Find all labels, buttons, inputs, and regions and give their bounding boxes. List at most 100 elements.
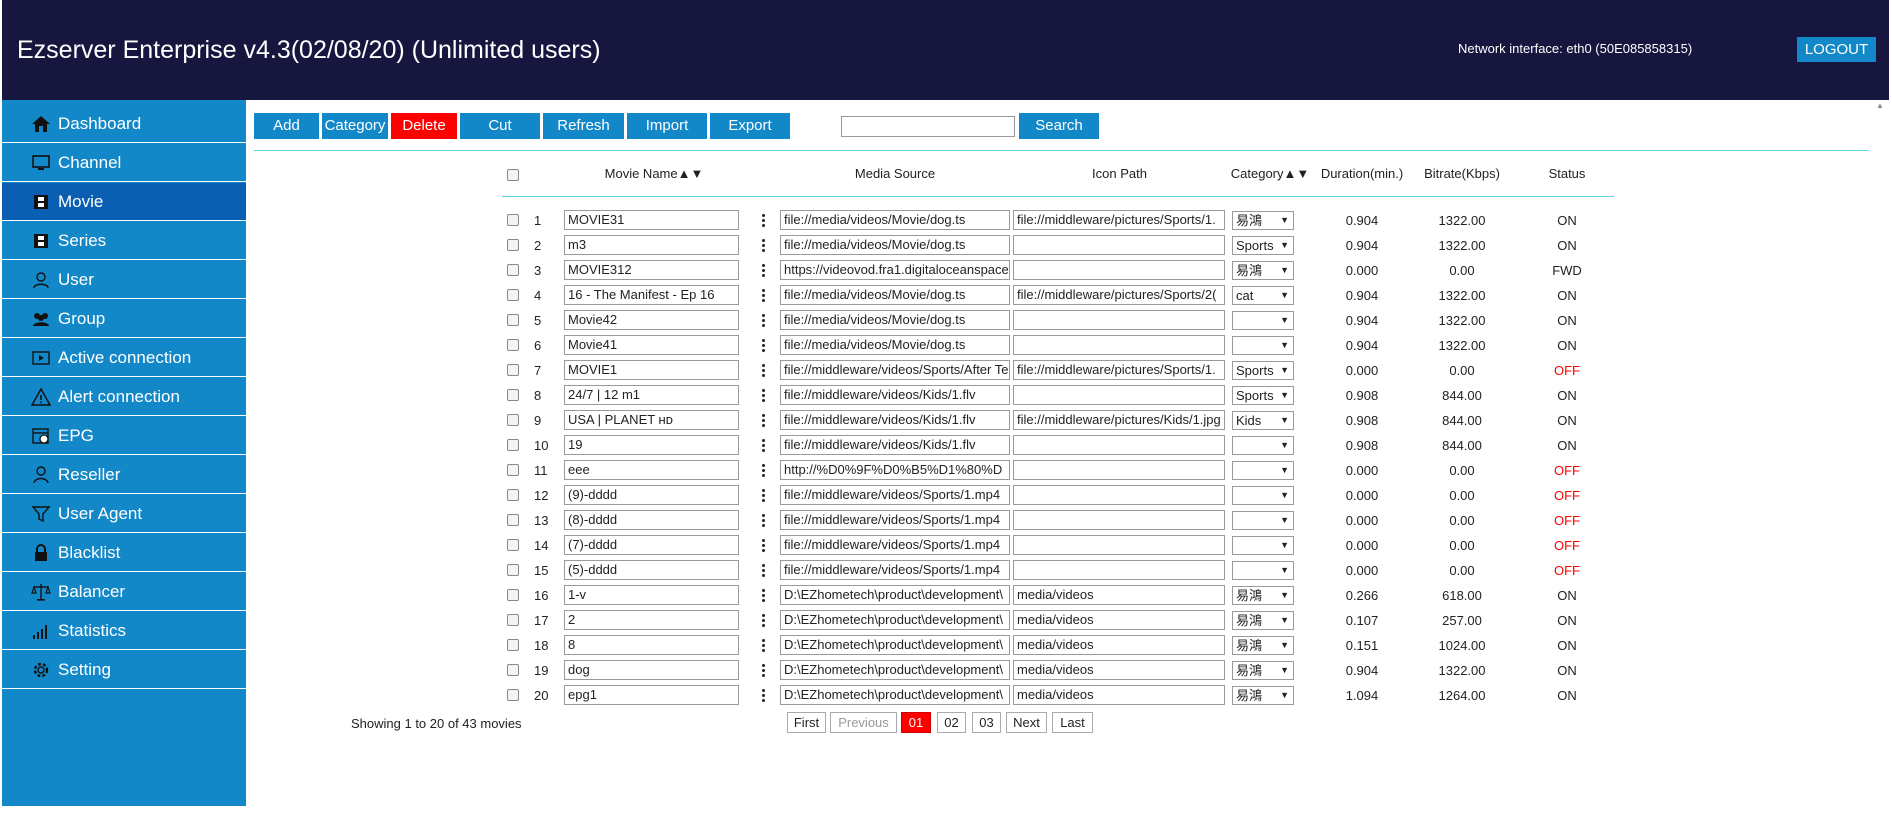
export-button[interactable]: Export <box>710 113 790 139</box>
media-source-field[interactable]: file://media/videos/Movie/dog.ts <box>780 335 1010 355</box>
row-checkbox[interactable] <box>507 664 519 676</box>
media-source-field[interactable]: file://media/videos/Movie/dog.ts <box>780 285 1010 305</box>
category-select[interactable]: ▼ <box>1232 511 1294 530</box>
icon-path-field[interactable] <box>1013 510 1225 530</box>
icon-path-field[interactable] <box>1013 560 1225 580</box>
sidebar-item-user-agent[interactable]: User Agent <box>2 495 246 533</box>
icon-path-field[interactable]: media/videos <box>1013 660 1225 680</box>
movie-name-field[interactable]: m3 <box>564 235 739 255</box>
media-source-field[interactable]: file://middleware/videos/Kids/1.flv <box>780 410 1010 430</box>
category-select[interactable]: ▼ <box>1232 461 1294 480</box>
category-select[interactable]: cat ▼ <box>1232 286 1294 305</box>
col-category[interactable]: Category▲▼ <box>1220 166 1320 181</box>
movie-name-field[interactable]: 8 <box>564 635 739 655</box>
more-options-icon[interactable] <box>762 639 766 653</box>
media-source-field[interactable]: https://videovod.fra1.digitaloceanspace <box>780 260 1010 280</box>
icon-path-field[interactable] <box>1013 535 1225 555</box>
page-scrollbar[interactable] <box>1874 100 1890 813</box>
icon-path-field[interactable] <box>1013 485 1225 505</box>
refresh-button[interactable]: Refresh <box>543 113 624 139</box>
sidebar-item-statistics[interactable]: Statistics <box>2 612 246 650</box>
more-options-icon[interactable] <box>762 439 766 453</box>
sidebar-item-alert-connection[interactable]: Alert connection <box>2 378 246 416</box>
movie-name-field[interactable]: epg1 <box>564 685 739 705</box>
media-source-field[interactable]: D:\EZhometech\product\development\ <box>780 635 1010 655</box>
row-checkbox[interactable] <box>507 239 519 251</box>
category-select[interactable]: ▼ <box>1232 436 1294 455</box>
more-options-icon[interactable] <box>762 464 766 478</box>
more-options-icon[interactable] <box>762 414 766 428</box>
row-checkbox[interactable] <box>507 614 519 626</box>
sidebar-item-user[interactable]: User <box>2 261 246 299</box>
category-select[interactable]: Sports ▼ <box>1232 361 1294 380</box>
movie-name-field[interactable]: dog <box>564 660 739 680</box>
media-source-field[interactable]: http://%D0%9F%D0%B5%D1%80%D <box>780 460 1010 480</box>
page-button-01[interactable]: 01 <box>901 712 931 733</box>
first-page-button[interactable]: First <box>787 712 826 733</box>
next-page-button[interactable]: Next <box>1006 712 1047 733</box>
more-options-icon[interactable] <box>762 364 766 378</box>
media-source-field[interactable]: D:\EZhometech\product\development\ <box>780 610 1010 630</box>
row-checkbox[interactable] <box>507 489 519 501</box>
media-source-field[interactable]: file://middleware/videos/Sports/1.mp4 <box>780 485 1010 505</box>
movie-name-field[interactable]: Movie41 <box>564 335 739 355</box>
page-button-02[interactable]: 02 <box>937 712 966 733</box>
sidebar-item-series[interactable]: Series <box>2 222 246 260</box>
more-options-icon[interactable] <box>762 689 766 703</box>
sidebar-item-epg[interactable]: EPG <box>2 417 246 455</box>
category-select[interactable]: Sports ▼ <box>1232 386 1294 405</box>
movie-name-field[interactable]: 1-v <box>564 585 739 605</box>
icon-path-field[interactable]: file://middleware/pictures/Sports/1. <box>1013 210 1225 230</box>
logout-button[interactable]: LOGOUT <box>1797 37 1876 62</box>
row-checkbox[interactable] <box>507 514 519 526</box>
movie-name-field[interactable]: USA | PLANET ʜᴅ <box>564 410 739 430</box>
movie-name-field[interactable]: 24/7 | 12 m1 <box>564 385 739 405</box>
movie-name-field[interactable]: 19 <box>564 435 739 455</box>
more-options-icon[interactable] <box>762 664 766 678</box>
sidebar-item-channel[interactable]: Channel <box>2 144 246 182</box>
icon-path-field[interactable] <box>1013 260 1225 280</box>
more-options-icon[interactable] <box>762 539 766 553</box>
category-select[interactable]: 易鴻 ▼ <box>1232 686 1294 705</box>
movie-name-field[interactable]: 16 - The Manifest - Ep 16 <box>564 285 739 305</box>
movie-name-field[interactable]: MOVIE31 <box>564 210 739 230</box>
row-checkbox[interactable] <box>507 339 519 351</box>
sidebar-item-blacklist[interactable]: Blacklist <box>2 534 246 572</box>
row-checkbox[interactable] <box>507 314 519 326</box>
category-select[interactable]: ▼ <box>1232 561 1294 580</box>
media-source-field[interactable]: file://media/videos/Movie/dog.ts <box>780 310 1010 330</box>
media-source-field[interactable]: file://media/videos/Movie/dog.ts <box>780 235 1010 255</box>
category-select[interactable]: 易鴻 ▼ <box>1232 611 1294 630</box>
more-options-icon[interactable] <box>762 489 766 503</box>
more-options-icon[interactable] <box>762 239 766 253</box>
movie-name-field[interactable]: (5)-dddd <box>564 560 739 580</box>
movie-name-field[interactable]: eee <box>564 460 739 480</box>
search-input[interactable] <box>841 116 1015 137</box>
col-movie-name[interactable]: Movie Name▲▼ <box>564 166 744 181</box>
more-options-icon[interactable] <box>762 339 766 353</box>
sidebar-item-dashboard[interactable]: Dashboard <box>2 105 246 143</box>
row-checkbox[interactable] <box>507 539 519 551</box>
icon-path-field[interactable]: file://middleware/pictures/Kids/1.jpg <box>1013 410 1225 430</box>
category-select[interactable]: 易鴻 ▼ <box>1232 636 1294 655</box>
media-source-field[interactable]: D:\EZhometech\product\development\ <box>780 660 1010 680</box>
more-options-icon[interactable] <box>762 214 766 228</box>
media-source-field[interactable]: file://middleware/videos/Sports/1.mp4 <box>780 560 1010 580</box>
row-checkbox[interactable] <box>507 214 519 226</box>
more-options-icon[interactable] <box>762 564 766 578</box>
category-select[interactable]: 易鴻 ▼ <box>1232 261 1294 280</box>
row-checkbox[interactable] <box>507 689 519 701</box>
more-options-icon[interactable] <box>762 389 766 403</box>
movie-name-field[interactable]: 2 <box>564 610 739 630</box>
row-checkbox[interactable] <box>507 364 519 376</box>
category-select[interactable]: ▼ <box>1232 536 1294 555</box>
last-page-button[interactable]: Last <box>1052 712 1093 733</box>
media-source-field[interactable]: file://middleware/videos/Sports/1.mp4 <box>780 535 1010 555</box>
icon-path-field[interactable]: file://middleware/pictures/Sports/1. <box>1013 360 1225 380</box>
media-source-field[interactable]: D:\EZhometech\product\development\ <box>780 685 1010 705</box>
search-button[interactable]: Search <box>1019 113 1099 139</box>
media-source-field[interactable]: D:\EZhometech\product\development\ <box>780 585 1010 605</box>
category-button[interactable]: Category <box>322 113 388 139</box>
icon-path-field[interactable] <box>1013 460 1225 480</box>
more-options-icon[interactable] <box>762 314 766 328</box>
